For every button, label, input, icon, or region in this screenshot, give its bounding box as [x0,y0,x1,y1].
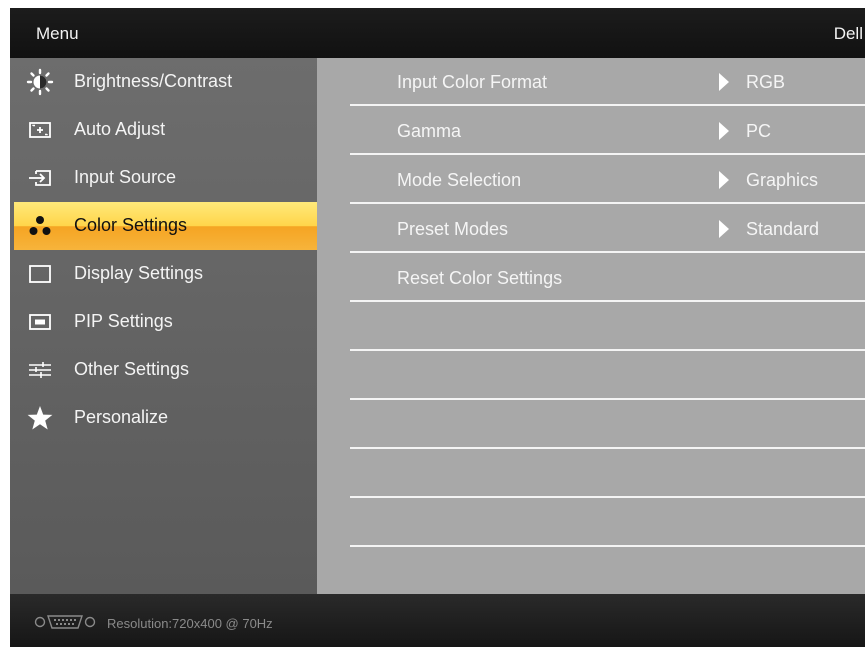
sidebar-item-brightness-contrast[interactable]: Brightness/Contrast [10,58,317,106]
setting-value: Graphics [746,170,819,190]
settings-panel: Input Color Format RGB Gamma PC Mode Sel… [317,58,865,594]
pip-settings-icon [26,308,54,336]
sidebar: Brightness/Contrast Auto Adjust Input So… [10,58,317,594]
sidebar-item-label: Display Settings [74,263,204,283]
sidebar-item-label: Color Settings [74,215,188,235]
star-icon [26,404,54,432]
sidebar-item-other-settings[interactable]: Other Settings [10,346,317,394]
setting-row-empty [350,303,865,351]
status-footer: Resolution:720x400 @ 70Hz [10,594,865,647]
setting-row-empty [350,450,865,498]
setting-value: PC [746,121,772,141]
osd-header: Menu Dell [10,8,865,58]
play-arrow-icon [719,73,729,91]
sidebar-item-pip-settings[interactable]: PIP Settings [10,298,317,346]
sidebar-item-label: Personalize [74,407,169,427]
other-settings-icon [26,356,54,384]
setting-row-empty [350,499,865,547]
sidebar-item-personalize[interactable]: Personalize [10,394,317,442]
sidebar-item-display-settings[interactable]: Display Settings [10,250,317,298]
play-arrow-icon [719,122,729,140]
osd-window: Menu Dell Brightness/Contrast Auto Adjus… [10,8,865,647]
input-source-icon [26,164,54,192]
sidebar-item-label: Input Source [74,167,177,187]
display-settings-icon [26,260,54,288]
sidebar-item-input-source[interactable]: Input Source [10,154,317,202]
brightness-icon [26,68,54,96]
setting-label: Input Color Format [397,72,548,92]
setting-label: Mode Selection [397,170,522,190]
setting-row-empty [350,401,865,449]
sidebar-item-label: Other Settings [74,359,190,379]
setting-label: Preset Modes [397,219,509,239]
sidebar-item-color-settings[interactable]: Color Settings [14,202,317,250]
brand-label: Dell [833,24,863,43]
play-arrow-icon [719,171,729,189]
setting-label: Reset Color Settings [397,268,563,288]
setting-value: RGB [746,72,786,92]
menu-title: Menu [36,24,79,43]
color-settings-icon [26,212,54,240]
setting-value: Standard [746,219,820,239]
auto-adjust-icon [26,116,54,144]
vga-connector-icon [34,614,96,633]
setting-row-preset-modes[interactable]: Preset Modes Standard [350,205,865,253]
setting-row-reset-color-settings[interactable]: Reset Color Settings [350,254,865,302]
play-arrow-icon [719,220,729,238]
setting-row-input-color-format[interactable]: Input Color Format RGB [350,58,865,106]
sidebar-item-label: Brightness/Contrast [74,71,233,91]
setting-row-mode-selection[interactable]: Mode Selection Graphics [350,156,865,204]
sidebar-item-label: Auto Adjust [74,119,166,139]
setting-row-empty [350,352,865,400]
resolution-status: Resolution:720x400 @ 70Hz [107,616,273,631]
setting-row-gamma[interactable]: Gamma PC [350,107,865,155]
setting-label: Gamma [397,121,462,141]
sidebar-item-auto-adjust[interactable]: Auto Adjust [10,106,317,154]
sidebar-item-label: PIP Settings [74,311,173,331]
